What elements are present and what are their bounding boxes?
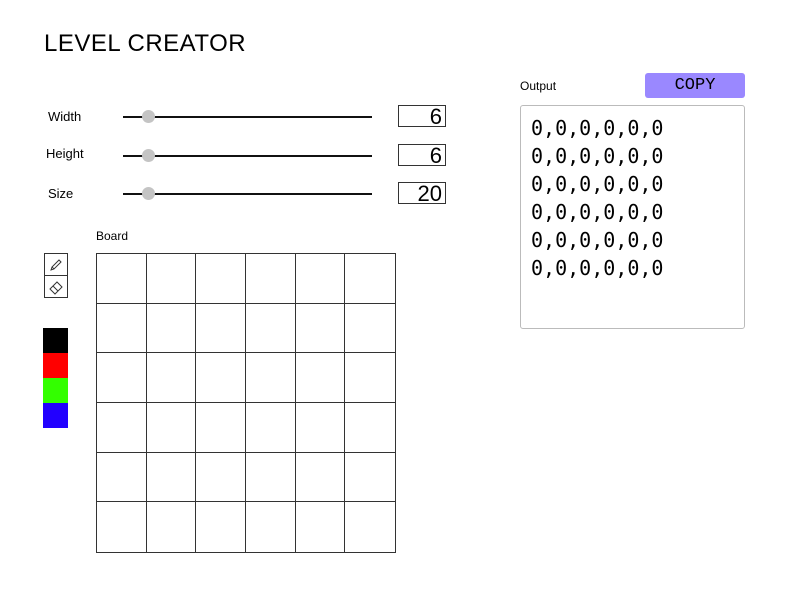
pencil-tool-button[interactable] <box>44 253 68 276</box>
output-line: 0,0,0,0,0,0 <box>531 116 664 140</box>
board-cell[interactable] <box>196 403 246 453</box>
board-cell[interactable] <box>146 353 197 403</box>
slider-thumb[interactable] <box>141 187 155 200</box>
board-cell[interactable] <box>97 452 147 503</box>
output-line: 0,0,0,0,0,0 <box>531 144 664 168</box>
height-slider[interactable] <box>123 149 372 162</box>
board-cell[interactable] <box>295 452 346 503</box>
pencil-icon <box>50 258 62 271</box>
board-grid[interactable] <box>96 253 396 553</box>
page-title: LEVEL CREATOR <box>44 30 247 57</box>
board-cell[interactable] <box>196 452 246 503</box>
board-cell[interactable] <box>345 403 395 453</box>
height-input[interactable]: 6 <box>398 144 446 167</box>
board-cell[interactable] <box>196 502 246 552</box>
board-cell[interactable] <box>196 303 246 354</box>
size-input[interactable]: 20 <box>398 182 446 205</box>
output-line: 0,0,0,0,0,0 <box>531 228 664 252</box>
board-cell[interactable] <box>146 452 197 503</box>
board-cell[interactable] <box>246 403 296 453</box>
width-label: Width <box>48 109 82 124</box>
board-cell[interactable] <box>246 353 296 403</box>
board-cell[interactable] <box>97 502 147 552</box>
board-cell[interactable] <box>345 502 395 552</box>
board-cell[interactable] <box>146 254 197 304</box>
board-cell[interactable] <box>345 254 395 304</box>
color-swatch[interactable] <box>43 328 68 353</box>
size-label: Size <box>48 186 74 201</box>
output-line: 0,0,0,0,0,0 <box>531 200 664 224</box>
copy-button[interactable]: COPY <box>645 73 745 98</box>
output-line: 0,0,0,0,0,0 <box>531 172 664 196</box>
output-line: 0,0,0,0,0,0 <box>531 256 664 280</box>
board-cell[interactable] <box>196 353 246 403</box>
board-cell[interactable] <box>246 303 296 354</box>
board-cell[interactable] <box>345 304 395 354</box>
eraser-icon <box>49 280 63 295</box>
board-cell[interactable] <box>295 403 346 453</box>
board-cell[interactable] <box>97 254 147 304</box>
board-cell[interactable] <box>345 353 395 403</box>
eraser-tool-button[interactable] <box>44 275 68 298</box>
board-cell[interactable] <box>97 353 147 403</box>
board-cell[interactable] <box>295 353 346 403</box>
output-textarea[interactable]: 0,0,0,0,0,0 0,0,0,0,0,0 0,0,0,0,0,0 0,0,0,0… <box>520 105 745 329</box>
board-cell[interactable] <box>97 303 147 354</box>
board-cell[interactable] <box>146 303 197 354</box>
board-cell[interactable] <box>146 403 197 453</box>
board-cell[interactable] <box>295 303 346 354</box>
board-cell[interactable] <box>296 502 346 552</box>
board-cell[interactable] <box>196 254 246 304</box>
output-label: Output <box>520 79 557 93</box>
height-label: Height <box>46 146 84 161</box>
slider-thumb[interactable] <box>141 110 155 123</box>
slider-thumb[interactable] <box>141 149 155 162</box>
color-swatch[interactable] <box>43 403 68 428</box>
color-swatch[interactable] <box>43 353 68 378</box>
board-cell[interactable] <box>246 254 296 304</box>
board-cell[interactable] <box>97 403 147 453</box>
board-cell[interactable] <box>147 502 197 552</box>
width-slider[interactable] <box>123 110 372 123</box>
board-cell[interactable] <box>295 254 346 304</box>
width-input[interactable]: 6 <box>398 105 446 128</box>
color-swatch[interactable] <box>43 378 68 403</box>
board-cell[interactable] <box>345 453 395 503</box>
board-label: Board <box>96 229 129 243</box>
board-cell[interactable] <box>246 502 296 552</box>
size-slider[interactable] <box>123 187 372 200</box>
board-cell[interactable] <box>246 452 296 503</box>
